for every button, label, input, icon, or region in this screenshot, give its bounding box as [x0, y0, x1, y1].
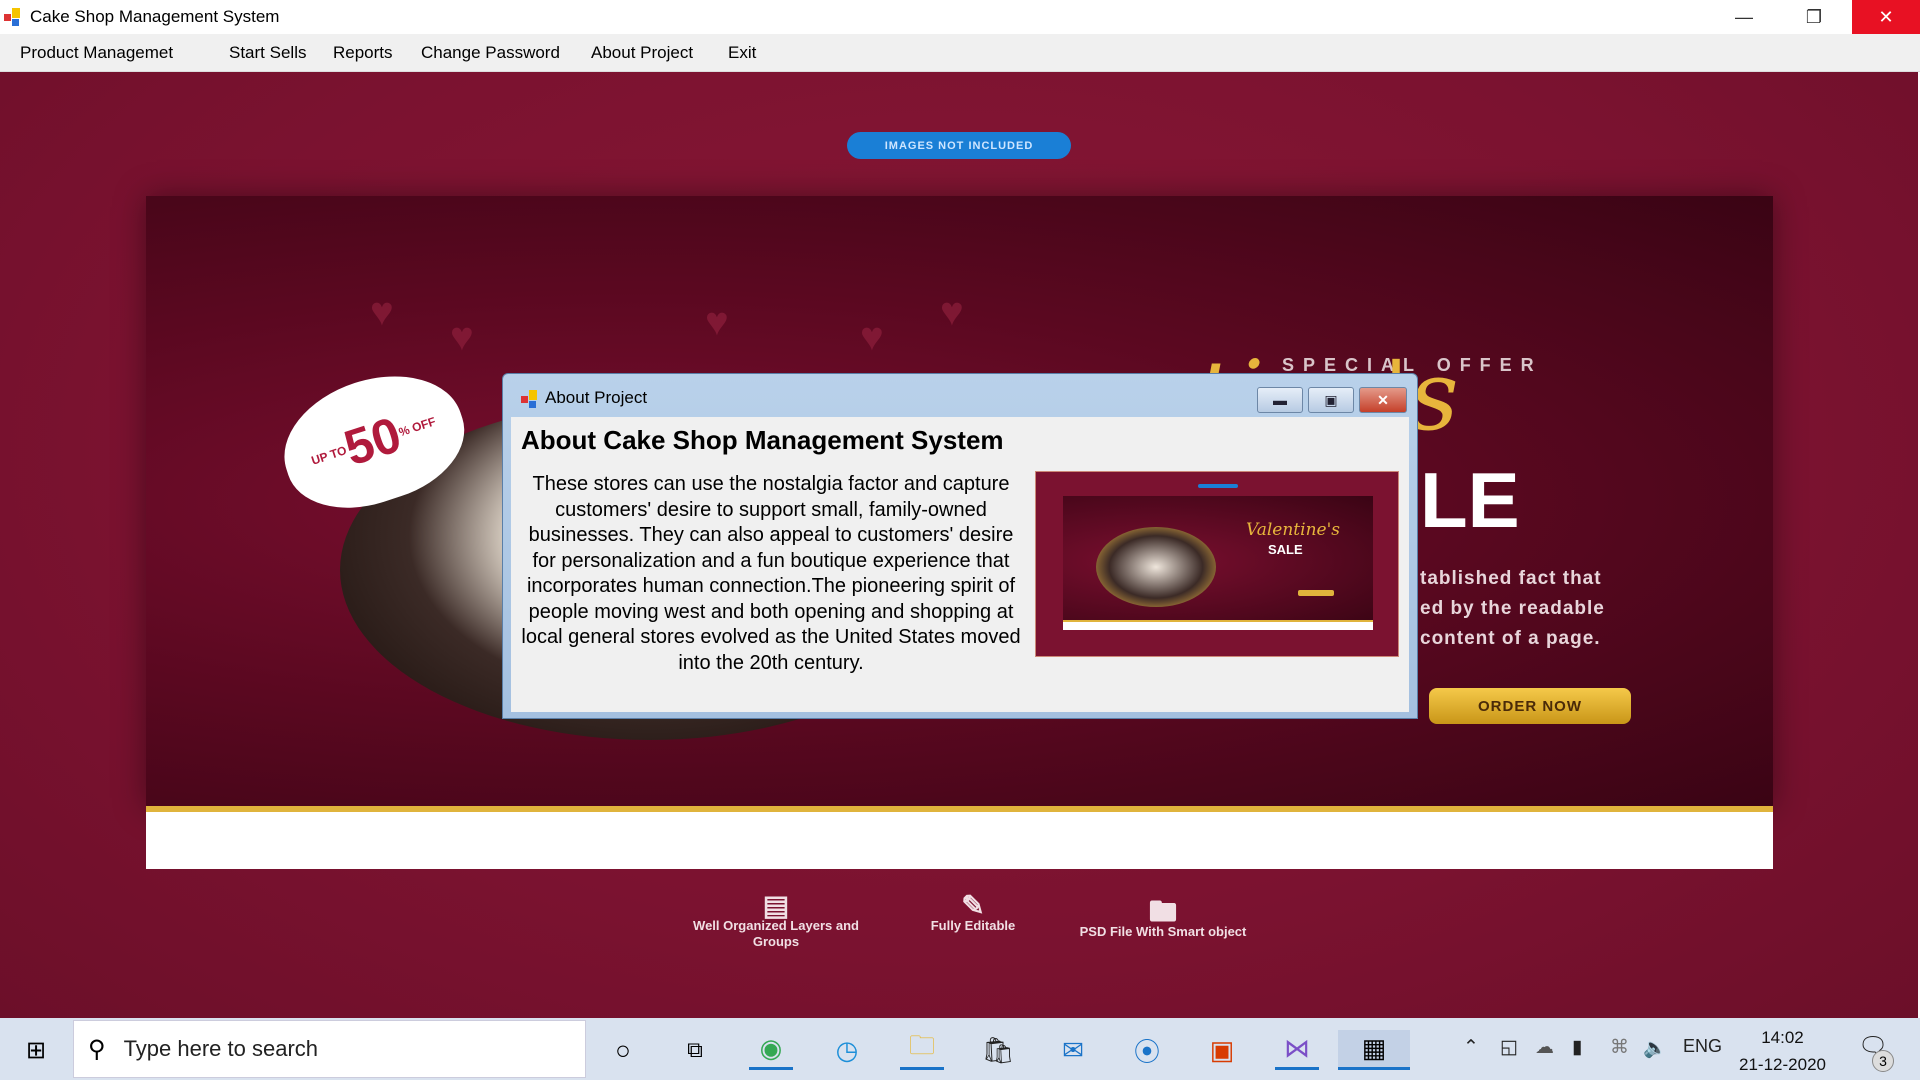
folder-icon: 🖿: [1148, 896, 1177, 927]
feature-layers: ▤ Well Organized Layers and Groups: [686, 890, 866, 950]
preview-sale: SALE: [1268, 542, 1303, 557]
task-view-icon[interactable]: ⧉: [673, 1030, 717, 1070]
order-now-button: ORDER NOW: [1429, 688, 1631, 724]
cake-shop-app-icon[interactable]: ▦: [1338, 1030, 1410, 1070]
notification-count: 3: [1872, 1050, 1894, 1072]
start-button[interactable]: ⊞: [14, 1030, 58, 1070]
restore-button[interactable]: ❐: [1780, 0, 1848, 34]
dialog-close-button[interactable]: ✕: [1359, 387, 1407, 413]
cortana-icon[interactable]: ○: [601, 1030, 645, 1070]
title-bar: Cake Shop Management System: [0, 0, 1920, 34]
menu-exit[interactable]: Exit: [728, 43, 756, 63]
dialog-heading: About Cake Shop Management System: [521, 425, 1004, 455]
menu-product-management[interactable]: Product Managemet: [20, 43, 173, 63]
app-icon[interactable]: ⦿: [1125, 1030, 1169, 1070]
edit-icon: ✎: [961, 890, 985, 921]
feature-label: Fully Editable: [930, 918, 1016, 933]
onedrive-icon[interactable]: ☁: [1535, 1036, 1554, 1059]
badge-suffix: % OFF: [396, 414, 438, 440]
mail-icon[interactable]: ✉: [1051, 1030, 1095, 1070]
window-title: Cake Shop Management System: [30, 7, 280, 26]
heart-icon: ♥: [370, 290, 394, 334]
menu-start-sells[interactable]: Start Sells: [229, 43, 306, 63]
heart-icon: ♥: [450, 315, 474, 359]
preview-pill: [1198, 484, 1238, 488]
wifi-icon[interactable]: ⌘: [1610, 1036, 1629, 1059]
badge-small: UP TO: [309, 443, 349, 468]
preview-strip: [1063, 620, 1373, 630]
file-explorer-icon[interactable]: 🗀: [900, 1030, 944, 1070]
minimize-button[interactable]: —: [1710, 0, 1778, 34]
heart-icon: ♥: [705, 300, 729, 344]
app-icon: [4, 8, 22, 26]
promo-text-line: tablished fact that: [1420, 568, 1602, 589]
menu-reports[interactable]: Reports: [333, 43, 393, 63]
dialog-maximize-button[interactable]: ▣: [1308, 387, 1354, 413]
time: 14:02: [1761, 1028, 1804, 1047]
dialog-content: About Cake Shop Management System These …: [511, 417, 1409, 712]
feature-label: PSD File With Smart object: [1079, 924, 1247, 939]
battery-icon[interactable]: ▮: [1572, 1036, 1582, 1059]
preview-script: Valentine's: [1246, 520, 1340, 540]
date: 21-12-2020: [1739, 1055, 1826, 1074]
menu-bar: Product Managemet Start Sells Reports Ch…: [0, 34, 1920, 72]
show-hidden-icons[interactable]: ⌃: [1463, 1036, 1479, 1059]
clock[interactable]: 14:02 21-12-2020: [1735, 1024, 1830, 1078]
volume-icon[interactable]: 🔈: [1643, 1036, 1667, 1060]
feature-psd: 🖿 PSD File With Smart object: [1073, 896, 1253, 940]
promo-text-line: content of a page.: [1420, 628, 1601, 649]
images-not-included-badge: IMAGES NOT INCLUDED: [847, 132, 1071, 159]
feature-editable: ✎ Fully Editable: [883, 890, 1063, 934]
language-indicator[interactable]: ENG: [1683, 1036, 1722, 1057]
promo-text-line: ed by the readable: [1420, 598, 1605, 619]
menu-change-password[interactable]: Change Password: [421, 43, 560, 63]
office-icon[interactable]: ▣: [1200, 1030, 1244, 1070]
sale-text: LE: [1420, 456, 1520, 544]
search-placeholder: Type here to search: [123, 1036, 319, 1061]
visual-studio-icon[interactable]: ⋈: [1275, 1030, 1319, 1070]
banner-footer-strip: [146, 806, 1773, 869]
search-icon: ⚲: [88, 1035, 106, 1063]
menu-about-project[interactable]: About Project: [591, 43, 693, 63]
chrome-icon[interactable]: ◉: [749, 1030, 793, 1070]
feature-label: Well Organized Layers and Groups: [693, 918, 859, 949]
store-icon[interactable]: 🛍: [976, 1030, 1020, 1070]
preview-cake: [1096, 527, 1216, 607]
preview-image: Valentine's SALE: [1035, 471, 1399, 657]
close-button[interactable]: ✕: [1852, 0, 1920, 34]
about-project-dialog: About Project ▬ ▣ ✕ About Cake Shop Mana…: [502, 373, 1418, 719]
badge-value: 50: [337, 406, 408, 477]
preview-order-button: [1298, 590, 1334, 596]
edge-icon[interactable]: ◷: [825, 1030, 869, 1070]
heart-icon: ♥: [940, 290, 964, 334]
taskbar-search[interactable]: ⚲ Type here to search: [73, 1020, 586, 1078]
heart-icon: ♥: [860, 315, 884, 359]
dialog-minimize-button[interactable]: ▬: [1257, 387, 1303, 413]
dialog-description: These stores can use the nostalgia facto…: [521, 473, 1021, 674]
dialog-title: About Project: [545, 388, 648, 407]
camera-icon[interactable]: ◱: [1500, 1036, 1518, 1059]
dialog-app-icon: [521, 390, 539, 408]
layers-icon: ▤: [762, 890, 790, 921]
